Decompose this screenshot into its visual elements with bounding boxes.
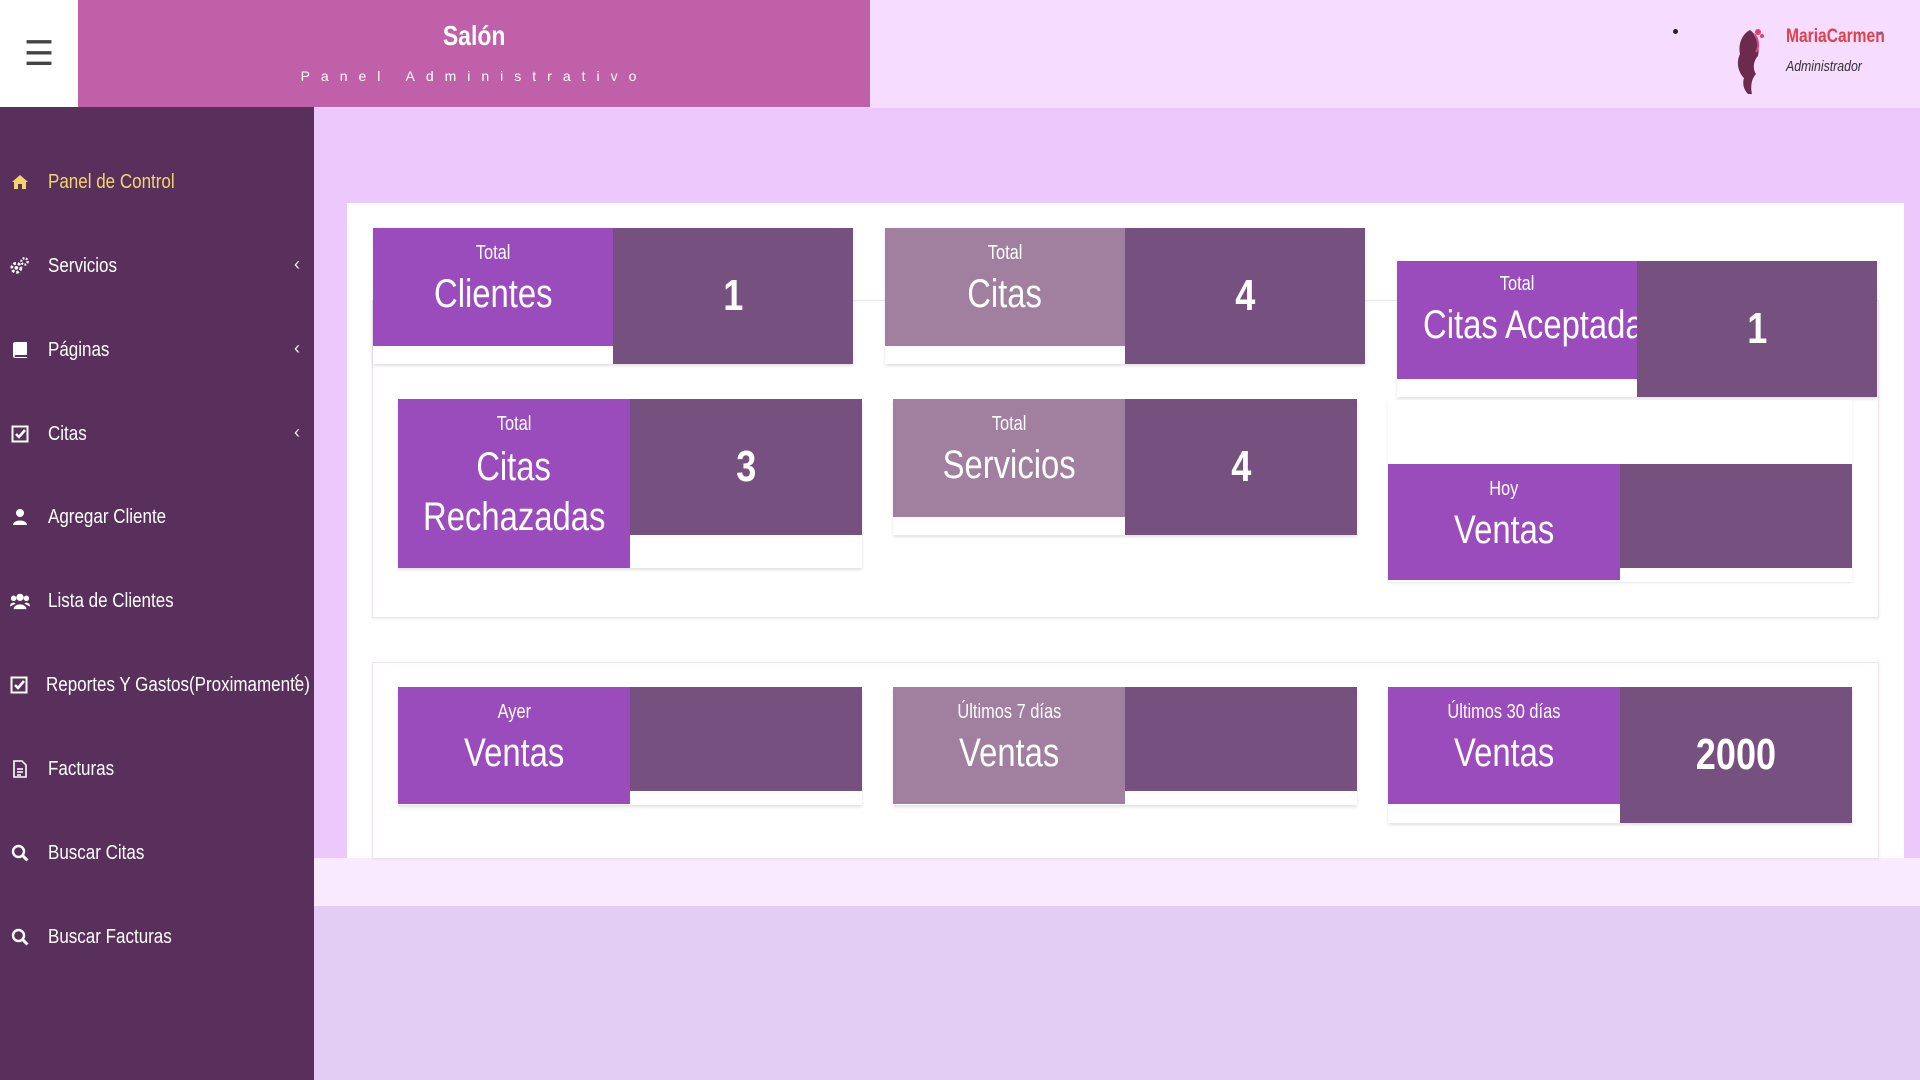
card-ventas-7-dias[interactable]: Últimos 7 días Ventas bbox=[893, 687, 1357, 805]
check-square-icon bbox=[10, 676, 28, 694]
card-ventas-30-dias[interactable]: Últimos 30 días Ventas 2000 bbox=[1388, 687, 1852, 823]
check-square-icon bbox=[10, 425, 30, 443]
card-value: 3 bbox=[630, 399, 862, 535]
card-big-label: Citas bbox=[476, 445, 552, 489]
gears-icon bbox=[10, 256, 30, 276]
chevron-left-icon: ‹ bbox=[294, 254, 300, 274]
card-big-label: Ventas bbox=[958, 731, 1060, 775]
card-big-label: Ventas bbox=[1453, 731, 1555, 775]
sidebar-item-label: Citas bbox=[48, 422, 87, 445]
card-small-label: Últimos 30 días bbox=[1447, 701, 1561, 723]
card-label: Últimos 30 días Ventas bbox=[1388, 687, 1620, 804]
user-role: Administrador bbox=[1786, 58, 1862, 75]
sidebar-item-servicios[interactable]: Servicios ‹ bbox=[0, 236, 314, 296]
users-icon bbox=[10, 591, 30, 611]
card-small-label: Últimos 7 días bbox=[957, 701, 1061, 723]
home-icon bbox=[10, 173, 30, 191]
card-total-servicios[interactable]: Total Servicios 4 bbox=[893, 399, 1357, 535]
user-icon bbox=[10, 508, 30, 526]
search-icon bbox=[10, 928, 30, 946]
sidebar: Panel de Control Servicios ‹ Páginas ‹ C… bbox=[0, 107, 314, 1080]
brand-header: Salón Panel Administrativo bbox=[78, 0, 870, 107]
card-label: Ayer Ventas bbox=[398, 687, 630, 804]
card-value bbox=[1125, 687, 1357, 791]
card-value: 4 bbox=[1125, 228, 1365, 364]
card-small-label: Ayer bbox=[497, 701, 531, 723]
hamburger-icon: ☰ bbox=[23, 34, 55, 73]
card-small-label: Total bbox=[991, 413, 1027, 435]
sidebar-item-panel-de-control[interactable]: Panel de Control bbox=[0, 152, 314, 212]
card-label: Total Citas Rechazadas bbox=[398, 399, 630, 568]
card-big-label: Clientes bbox=[433, 272, 553, 316]
card-total-citas-rechazadas[interactable]: Total Citas Rechazadas 3 bbox=[398, 399, 862, 568]
card-big-label-line2: Rechazadas bbox=[422, 495, 606, 539]
card-label: Total Citas Aceptadas bbox=[1397, 261, 1661, 379]
sidebar-item-label: Lista de Clientes bbox=[48, 589, 174, 612]
user-name[interactable]: MariaCarmen bbox=[1786, 26, 1906, 48]
chevron-left-icon: ‹ bbox=[294, 422, 300, 442]
lower-background bbox=[314, 906, 1920, 1080]
card-value: 4 bbox=[1125, 399, 1357, 535]
card-small-label: Total bbox=[987, 242, 1023, 264]
chevron-left-icon: ‹ bbox=[294, 667, 300, 687]
card-value bbox=[630, 687, 862, 791]
brand-subtitle: Panel Administrativo bbox=[300, 68, 648, 84]
sidebar-item-label: Facturas bbox=[48, 757, 115, 780]
card-value: 2000 bbox=[1620, 687, 1852, 823]
card-ventas-hoy[interactable]: Hoy Ventas bbox=[1388, 400, 1852, 582]
card-small-label: Total bbox=[1499, 273, 1535, 295]
sidebar-item-buscar-facturas[interactable]: Buscar Facturas bbox=[0, 907, 314, 967]
sidebar-item-citas[interactable]: Citas ‹ bbox=[0, 404, 314, 464]
sidebar-item-paginas[interactable]: Páginas ‹ bbox=[0, 320, 314, 380]
card-total-citas[interactable]: Total Citas 4 bbox=[885, 228, 1365, 364]
card-value bbox=[1620, 464, 1852, 568]
card-big-label: Citas bbox=[967, 272, 1043, 316]
avatar[interactable] bbox=[1728, 26, 1766, 96]
sidebar-item-label: Páginas bbox=[48, 338, 110, 361]
card-label: Hoy Ventas bbox=[1388, 464, 1620, 580]
menu-toggle-button[interactable]: ☰ bbox=[0, 0, 78, 107]
top-bar: ☰ Salón Panel Administrativo MariaCarmen… bbox=[0, 0, 1920, 108]
card-ventas-ayer[interactable]: Ayer Ventas bbox=[398, 687, 862, 805]
sidebar-item-label: Agregar Cliente bbox=[48, 505, 167, 528]
sidebar-item-buscar-citas[interactable]: Buscar Citas bbox=[0, 823, 314, 883]
sidebar-item-lista-de-clientes[interactable]: Lista de Clientes bbox=[0, 571, 314, 631]
card-total-citas-aceptadas[interactable]: Total Citas Aceptadas 1 bbox=[1397, 261, 1877, 397]
card-small-label: Total bbox=[496, 413, 532, 435]
book-icon bbox=[10, 341, 30, 359]
card-big-label: Citas Aceptadas bbox=[1423, 303, 1661, 347]
card-big-label: Servicios bbox=[942, 443, 1076, 487]
card-value: 1 bbox=[1637, 261, 1877, 397]
sidebar-item-label: Panel de Control bbox=[48, 170, 175, 193]
sidebar-item-label: Servicios bbox=[48, 254, 117, 277]
card-big-label: Ventas bbox=[463, 731, 565, 775]
sidebar-item-label: Reportes Y Gastos(Proximamente) bbox=[46, 673, 310, 696]
brand-title: Salón bbox=[442, 20, 506, 51]
card-total-clientes[interactable]: Total Clientes 1 bbox=[373, 228, 853, 364]
sidebar-item-facturas[interactable]: Facturas bbox=[0, 739, 314, 799]
card-small-label: Hoy bbox=[1489, 478, 1519, 500]
card-big-label: Ventas bbox=[1453, 508, 1555, 552]
card-label: Total Servicios bbox=[893, 399, 1125, 517]
card-value: 1 bbox=[613, 228, 853, 364]
footer-band bbox=[314, 858, 1920, 906]
card-label: Últimos 7 días Ventas bbox=[893, 687, 1125, 804]
search-icon bbox=[10, 844, 30, 862]
sidebar-item-reportes-y-gastos[interactable]: Reportes Y Gastos(Proximamente) ‹ bbox=[0, 655, 314, 715]
card-small-label: Total bbox=[475, 242, 511, 264]
card-label: Total Citas bbox=[885, 228, 1125, 346]
notification-dot bbox=[1673, 29, 1678, 34]
sidebar-item-label: Buscar Facturas bbox=[48, 925, 172, 948]
card-label: Total Clientes bbox=[373, 228, 613, 346]
chevron-left-icon: ‹ bbox=[294, 338, 300, 358]
file-icon bbox=[10, 760, 30, 778]
chevron-down-icon[interactable]: ⌄ bbox=[1874, 22, 1886, 39]
sidebar-item-agregar-cliente[interactable]: Agregar Cliente bbox=[0, 487, 314, 547]
sidebar-item-label: Buscar Citas bbox=[48, 841, 145, 864]
